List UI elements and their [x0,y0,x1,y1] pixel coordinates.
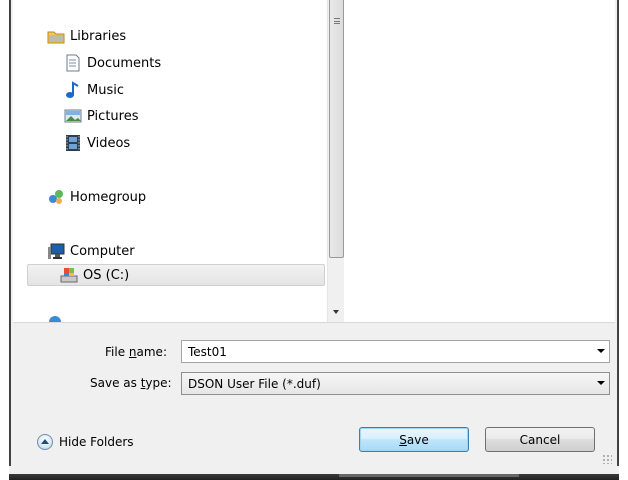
window-frame-bottom [9,466,619,480]
file-name-label: File name: [105,345,167,359]
nav-item-pictures[interactable]: Pictures [64,105,138,127]
music-icon [64,81,82,99]
cancel-button[interactable]: Cancel [485,427,595,452]
nav-item-homegroup[interactable]: Homegroup [47,186,146,208]
drive-icon [60,266,78,284]
nav-item-os-drive[interactable]: OS (C:) [27,264,325,286]
scroll-down-arrow-icon[interactable] [333,310,339,314]
nav-item-libraries[interactable]: Libraries [47,25,126,47]
navigation-scrollbar[interactable] [327,0,344,322]
file-list-pane[interactable] [344,0,615,322]
file-name-dropdown-icon[interactable] [592,341,609,362]
file-name-input[interactable]: Test01 [181,340,610,363]
hide-folders-label: Hide Folders [59,435,134,449]
nav-item-label: Documents [87,55,162,71]
navigation-pane[interactable]: Libraries Documents Music Pictures Video… [13,0,327,322]
save-button[interactable]: Save [359,427,469,452]
nav-item-label: Computer [70,243,135,259]
window-frame-right [615,0,628,480]
nav-item-label: Libraries [70,28,127,44]
nav-item-label: OS (C:) [83,267,130,283]
save-as-type-select[interactable]: DSON User File (*.duf) [181,372,610,395]
nav-item-label: Music [87,82,124,98]
collapse-up-icon [37,434,53,450]
homegroup-icon [47,188,65,206]
videos-icon [64,134,82,152]
save-as-type-label: Save as type: [90,376,172,390]
nav-item-label: Pictures [87,108,139,124]
scrollbar-thumb[interactable] [329,0,344,258]
nav-item-computer[interactable]: Computer [47,240,135,262]
nav-item-label: Videos [87,135,131,151]
documents-icon [64,54,82,72]
save-as-type-dropdown-icon[interactable] [592,373,609,394]
libraries-icon [47,27,65,45]
window-frame-left [0,0,13,480]
hide-folders-button[interactable]: Hide Folders [37,434,134,450]
nav-item-documents[interactable]: Documents [64,52,161,74]
save-as-type-value: DSON User File (*.duf) [188,376,321,391]
resize-grip-icon[interactable] [602,454,612,464]
pictures-icon [64,107,82,125]
nav-item-label: Homegroup [70,189,147,205]
nav-item-videos[interactable]: Videos [64,132,130,154]
scrollbar-grip-icon [334,18,340,24]
frame-highlight [339,474,519,477]
file-name-value: Test01 [188,344,227,359]
computer-icon [47,242,65,260]
save-options-panel: File name: Test01 Save as type: DSON Use… [13,322,615,466]
nav-item-music[interactable]: Music [64,79,124,101]
